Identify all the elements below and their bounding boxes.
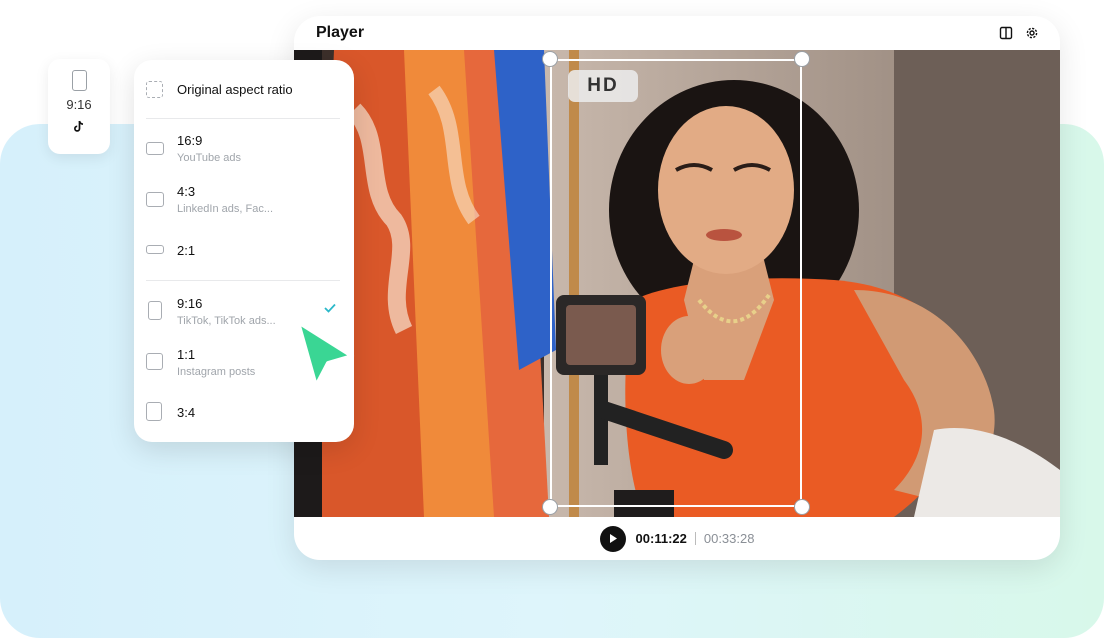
ratio-chip-label: 9:16 <box>66 97 92 112</box>
menu-item-16-9[interactable]: 16:9 YouTube ads <box>134 128 354 172</box>
menu-item-sub: Instagram posts <box>177 366 256 378</box>
settings-gear-icon[interactable] <box>1025 26 1039 40</box>
landscape-ratio-icon <box>146 142 164 155</box>
menu-item-3-4[interactable]: 3:4 <box>134 391 354 435</box>
menu-item-2-1[interactable]: 2:1 <box>134 229 354 273</box>
player-title: Player <box>316 24 365 41</box>
crop-handle-bottom-left[interactable] <box>542 499 558 515</box>
pointer-cursor-icon <box>296 320 354 388</box>
menu-item-original[interactable]: Original aspect ratio <box>134 66 354 110</box>
menu-item-label: Original aspect ratio <box>177 82 293 97</box>
landscape-ratio-icon <box>146 192 164 207</box>
split-view-icon[interactable] <box>999 26 1013 40</box>
menu-item-sub: YouTube ads <box>177 152 242 164</box>
portrait-ratio-icon <box>146 402 162 421</box>
menu-item-label: 2:1 <box>177 243 196 258</box>
original-ratio-icon <box>146 81 163 98</box>
wide-ratio-icon <box>146 245 164 254</box>
selected-check-icon <box>324 303 336 313</box>
crop-frame[interactable] <box>550 59 802 507</box>
total-duration: 00:33:28 <box>703 531 755 546</box>
portrait-ratio-icon <box>71 70 87 91</box>
square-ratio-icon <box>146 353 163 370</box>
time-separator <box>694 532 696 545</box>
crop-handle-top-left[interactable] <box>542 51 558 67</box>
crop-handle-bottom-right[interactable] <box>794 499 810 515</box>
menu-item-label: 16:9 <box>177 133 203 148</box>
playback-controls: 00:11:22 00:33:28 <box>294 517 1060 560</box>
tiktok-icon <box>73 120 85 135</box>
video-frame: HD <box>294 50 1060 517</box>
menu-item-label: 4:3 <box>177 184 196 199</box>
play-icon <box>609 534 617 543</box>
menu-item-label: 1:1 <box>177 347 196 362</box>
player-header: Player <box>294 16 1060 50</box>
ratio-chip[interactable]: 9:16 <box>48 59 110 154</box>
menu-item-label: 3:4 <box>177 405 196 420</box>
play-button[interactable] <box>599 525 626 552</box>
current-time: 00:11:22 <box>635 531 687 546</box>
hd-badge: HD <box>568 70 638 102</box>
menu-item-sub: LinkedIn ads, Fac... <box>177 203 273 215</box>
menu-divider <box>146 118 340 119</box>
menu-divider <box>146 280 340 281</box>
menu-item-sub: TikTok, TikTok ads... <box>177 315 276 327</box>
player-window: Player HD 00:11:22 00:33:28 <box>294 16 1060 560</box>
menu-item-label: 9:16 <box>177 296 203 311</box>
menu-item-4-3[interactable]: 4:3 LinkedIn ads, Fac... <box>134 179 354 223</box>
portrait-ratio-icon <box>148 301 162 320</box>
crop-handle-top-right[interactable] <box>794 51 810 67</box>
